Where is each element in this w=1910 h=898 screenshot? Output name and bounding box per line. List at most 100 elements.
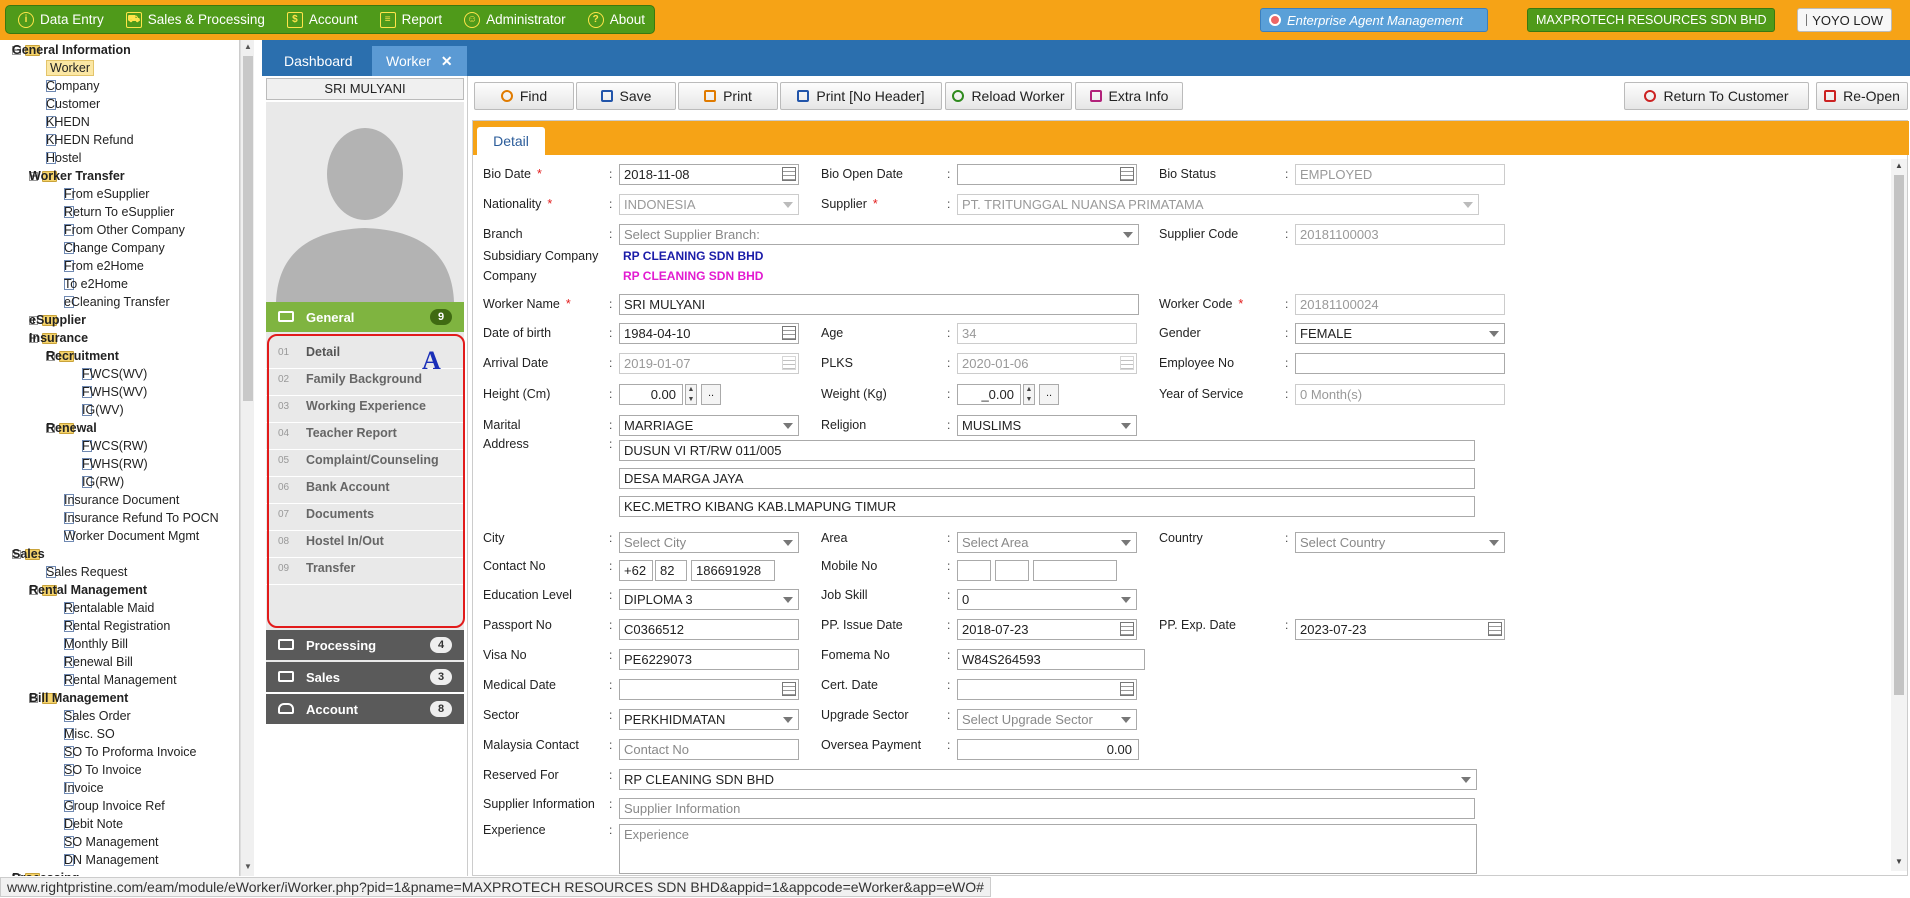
calendar-icon[interactable] — [1120, 682, 1134, 696]
calendar-icon[interactable] — [1488, 622, 1502, 636]
find-button[interactable]: Find — [474, 82, 574, 110]
bio-date-field[interactable]: 2018-11-08 — [619, 164, 799, 185]
print-no-header-button[interactable]: Print [No Header] — [780, 82, 942, 110]
company-button[interactable]: MAXPROTECH RESOURCES SDN BHD — [1527, 8, 1775, 32]
tree-item[interactable]: IG(RW) — [82, 473, 124, 491]
tree-item[interactable]: eCleaning Transfer — [64, 293, 170, 311]
tree-item[interactable]: Rentalable Maid — [64, 599, 154, 617]
tree-item[interactable]: − Recruitment — [46, 347, 119, 365]
menu-sales-processing[interactable]: ⛟ Sales & Processing — [125, 11, 265, 28]
height-spinner[interactable]: ▲ ▼ — [685, 384, 697, 405]
oversea-payment-field[interactable]: 0.00 — [957, 739, 1139, 760]
marital-select[interactable]: MARRIAGE — [619, 415, 799, 436]
menu-account[interactable]: $ Account — [286, 11, 358, 28]
gender-select[interactable]: FEMALE — [1295, 323, 1505, 344]
worker-photo[interactable] — [266, 102, 464, 302]
address-line2-field[interactable]: DESA MARGA JAYA — [619, 468, 1475, 489]
worker-name-field[interactable]: SRI MULYANI — [619, 294, 1139, 315]
menu-administrator[interactable]: ☺ Administrator — [464, 11, 566, 28]
tree-item[interactable]: IG(WV) — [82, 401, 124, 419]
tree-item[interactable]: From eSupplier — [64, 185, 149, 203]
return-to-customer-button[interactable]: Return To Customer — [1624, 82, 1809, 110]
calendar-icon[interactable] — [782, 167, 796, 181]
menu-report[interactable]: ≡ Report — [379, 11, 442, 28]
extra-info-button[interactable]: Extra Info — [1075, 82, 1183, 110]
print-button[interactable]: Print — [678, 82, 778, 110]
tree-scrollbar[interactable]: ▲ ▼ — [240, 40, 254, 876]
tree-item[interactable]: Insurance Document — [64, 491, 179, 509]
tree-item[interactable]: To e2Home — [64, 275, 128, 293]
tree-item[interactable]: Debit Note — [64, 815, 123, 833]
tree-item[interactable]: Misc. SO — [64, 725, 115, 743]
weight-field[interactable]: _0.00 — [957, 384, 1021, 405]
pp-exp-date-field[interactable]: 2023-07-23 — [1295, 619, 1505, 640]
user-button[interactable]: YOYO LOW — [1797, 8, 1892, 32]
tab-dashboard[interactable]: Dashboard — [270, 46, 367, 76]
weight-spinner[interactable]: ▲ ▼ — [1023, 384, 1035, 405]
detail-scrollbar[interactable]: ▲ ▼ — [1891, 159, 1907, 871]
tree-item[interactable]: SO Management — [64, 833, 159, 851]
height-field[interactable]: 0.00 — [619, 384, 683, 405]
tree-item[interactable]: − Renewal — [46, 419, 97, 437]
sector-select[interactable]: PERKHIDMATAN — [619, 709, 799, 730]
tree-item[interactable]: Insurance Refund To POCN — [64, 509, 219, 527]
city-select[interactable]: Select City — [619, 532, 799, 553]
weight-picker-button[interactable]: .. — [1039, 384, 1059, 405]
cert-date-field[interactable] — [957, 679, 1137, 700]
tree-item[interactable]: DN Management — [64, 851, 159, 869]
dob-field[interactable]: 1984-04-10 — [619, 323, 799, 344]
tab-worker[interactable]: Worker ✕ — [372, 46, 467, 76]
branch-select[interactable]: Select Supplier Branch: — [619, 224, 1139, 245]
visa-no-field[interactable]: PE6229073 — [619, 649, 799, 670]
close-icon[interactable]: ✕ — [441, 53, 453, 69]
reload-worker-button[interactable]: Reload Worker — [945, 82, 1072, 110]
reserved-for-select[interactable]: RP CLEANING SDN BHD — [619, 769, 1477, 790]
tree-item[interactable]: Rental Management — [64, 671, 177, 689]
tree-item[interactable]: Worker — [46, 59, 95, 77]
tree-item[interactable]: SO To Proforma Invoice — [64, 743, 196, 761]
calendar-icon[interactable] — [1120, 167, 1134, 181]
tree-item[interactable]: SO To Invoice — [64, 761, 142, 779]
eam-button[interactable]: Enterprise Agent Management — [1260, 8, 1488, 32]
tree-item[interactable]: FWCS(RW) — [82, 437, 148, 455]
tab-detail[interactable]: Detail — [477, 127, 545, 155]
scroll-down-icon[interactable]: ▼ — [1895, 857, 1903, 866]
detail-scroll-thumb[interactable] — [1894, 175, 1904, 695]
area-select[interactable]: Select Area — [957, 532, 1137, 553]
tree-item[interactable]: −Processing — [12, 869, 79, 876]
tree-item[interactable]: Rental Registration — [64, 617, 170, 635]
tree-item[interactable]: Hostel — [46, 149, 81, 167]
country-select[interactable]: Select Country — [1295, 532, 1505, 553]
section-sales[interactable]: Sales 3 — [266, 662, 464, 692]
tree-item[interactable]: KHEDN — [46, 113, 90, 131]
section-general[interactable]: General 9 — [266, 302, 464, 332]
tree-item[interactable]: Sales Order — [64, 707, 131, 725]
scroll-down-icon[interactable]: ▼ — [244, 862, 252, 871]
tree-item[interactable]: − Sales — [12, 545, 45, 563]
supplier-information-field[interactable]: Supplier Information — [619, 798, 1475, 819]
tree-item[interactable]: − Worker Transfer — [29, 167, 125, 185]
passport-no-field[interactable]: C0366512 — [619, 619, 799, 640]
tree-item[interactable]: KHEDN Refund — [46, 131, 134, 149]
malaysia-contact-field[interactable]: Contact No — [619, 739, 799, 760]
fomema-no-field[interactable]: W84S264593 — [957, 649, 1145, 670]
tree-item[interactable]: + eSupplier — [29, 311, 86, 329]
contact-area-code-field[interactable]: 82 — [655, 560, 687, 581]
tree-item[interactable]: − General Information — [12, 41, 131, 59]
upgrade-sector-select[interactable]: Select Upgrade Sector — [957, 709, 1137, 730]
bio-open-date-field[interactable] — [957, 164, 1137, 185]
education-level-select[interactable]: DIPLOMA 3 — [619, 589, 799, 610]
pp-issue-date-field[interactable]: 2018-07-23 — [957, 619, 1137, 640]
employee-no-field[interactable] — [1295, 353, 1505, 374]
calendar-icon[interactable] — [782, 356, 796, 370]
tree-item[interactable]: FWHS(RW) — [82, 455, 148, 473]
tree-item[interactable]: Invoice — [64, 779, 104, 797]
scroll-up-icon[interactable]: ▲ — [244, 42, 252, 51]
mobile-country-code-field[interactable] — [957, 560, 991, 581]
tree-item[interactable]: Worker Document Mgmt — [64, 527, 199, 545]
address-line3-field[interactable]: KEC.METRO KIBANG KAB.LMAPUNG TIMUR — [619, 496, 1475, 517]
contact-number-field[interactable]: 186691928 — [691, 560, 775, 581]
tree-item[interactable]: Group Invoice Ref — [64, 797, 165, 815]
tree-item[interactable]: From e2Home — [64, 257, 144, 275]
scroll-up-icon[interactable]: ▲ — [1895, 161, 1903, 170]
